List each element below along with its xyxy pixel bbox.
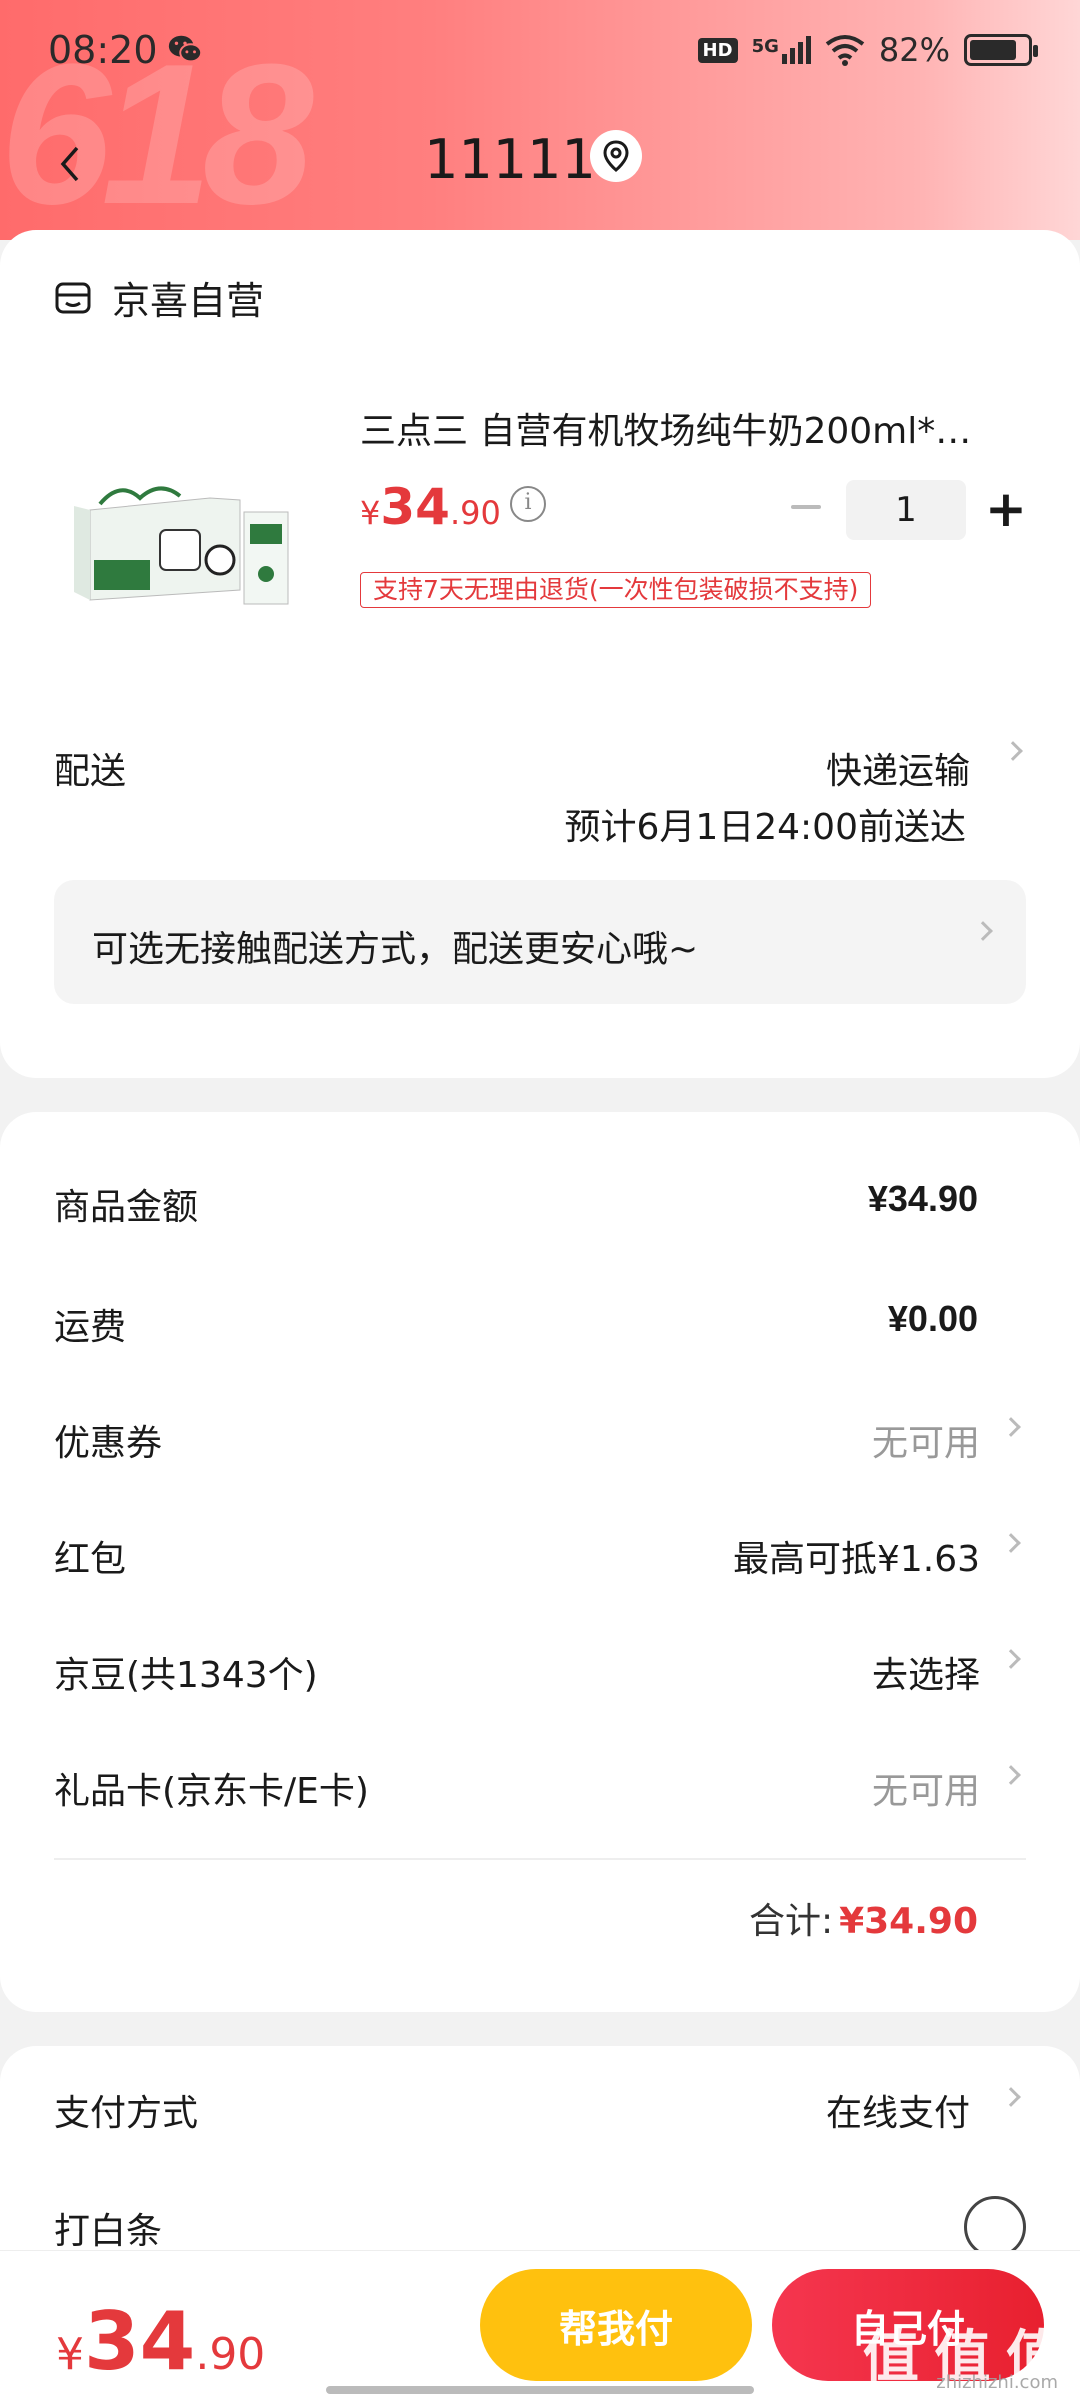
summary-label: 优惠券 [54, 1423, 163, 1464]
price-integer: 34 [380, 478, 450, 536]
price-integer: 34 [84, 2295, 196, 2388]
summary-label: 红包 [54, 1539, 127, 1580]
summary-row-gift-card[interactable]: 礼品卡(京东卡/E卡) 无可用 [0, 1746, 1080, 1826]
total-value: ¥34.90 [839, 1901, 978, 1942]
summary-label: 礼品卡(京东卡/E卡) [54, 1771, 369, 1812]
quantity-input[interactable]: 1 [846, 480, 966, 540]
shop-row[interactable]: 京喜自营 [54, 270, 264, 325]
baitiao-label: 打白条 [54, 2211, 163, 2252]
battery-icon [964, 34, 1038, 66]
summary-row-shipping: 运费 ¥0.00 [0, 1282, 1080, 1362]
summary-row-red-packet[interactable]: 红包 最高可抵¥1.63 [0, 1514, 1080, 1594]
summary-row-goods-amount: 商品金额 ¥34.90 [0, 1162, 1080, 1242]
battery-fill [970, 40, 1016, 60]
payment-value: 在线支付 [825, 2093, 970, 2134]
chevron-right-icon [1001, 1533, 1021, 1553]
chevron-right-icon [1001, 2087, 1021, 2107]
friend-pay-button[interactable]: 帮我付 [480, 2269, 752, 2381]
summary-value: 无可用 [871, 1771, 980, 1812]
payment-label: 支付方式 [54, 2093, 199, 2134]
baitiao-radio[interactable] [964, 2196, 1026, 2258]
nav-bar: 11111 [0, 120, 1080, 200]
watermark-url: zhizhizhi.com [936, 2372, 1058, 2393]
status-bar: 08:20 HD 5G 82% [0, 0, 1080, 100]
price-decimal: .90 [449, 494, 501, 532]
total-row: 合计: ¥34.90 [749, 1892, 978, 1944]
total-label: 合计: [748, 1901, 834, 1942]
store-icon [55, 282, 91, 313]
summary-value: ¥0.00 [887, 1298, 978, 1339]
summary-value: 无可用 [871, 1423, 980, 1464]
return-policy-tag: 支持7天无理由退货(一次性包装破损不支持) [360, 572, 872, 608]
chevron-right-icon[interactable] [1003, 741, 1023, 761]
location-button[interactable] [590, 130, 642, 182]
battery-percent: 82% [878, 31, 950, 69]
quantity-increase-button[interactable]: + [984, 484, 1028, 536]
price-info-icon[interactable]: i [510, 486, 546, 522]
summary-label: 运费 [54, 1307, 127, 1348]
summary-value: 最高可抵¥1.63 [732, 1539, 980, 1580]
product-price: ¥ 34 .90 [360, 478, 501, 536]
summary-row-coupon[interactable]: 优惠券 无可用 [0, 1398, 1080, 1478]
product-title[interactable]: 三点三 自营有机牧场纯牛奶200ml*… [360, 402, 1020, 454]
network-type: 5G [751, 36, 779, 57]
wifi-icon [825, 35, 865, 66]
summary-label: 商品金额 [54, 1187, 199, 1228]
chevron-right-icon [1001, 1765, 1021, 1785]
delivery-label: 配送 [54, 751, 127, 792]
price-decimal: .90 [195, 2329, 266, 2380]
summary-value: ¥34.90 [867, 1178, 978, 1219]
price-currency: ¥ [56, 2329, 84, 2380]
summary-row-jd-beans[interactable]: 京豆(共1343个) 去选择 [0, 1630, 1080, 1710]
checkout-total-price: ¥ 34 .90 [56, 2295, 265, 2388]
payment-method-row[interactable]: 支付方式 在线支付 [0, 2068, 1080, 2148]
status-indicators: HD 5G 82% [697, 30, 1038, 70]
home-indicator[interactable] [326, 2386, 754, 2394]
delivery-eta: 预计6月1日24:00前送达 [564, 807, 966, 848]
product-card: 京喜自营 三点三 自营有机牧场纯牛奶200ml*… ¥ 34 .90 i 1 +… [0, 230, 1080, 1078]
hd-badge: HD [697, 37, 738, 63]
product-image[interactable] [60, 440, 318, 640]
wechat-icon [168, 35, 203, 63]
contactless-delivery-option[interactable]: 可选无接触配送方式，配送更安心哦~ [54, 880, 1026, 1004]
chevron-right-icon [1001, 1649, 1021, 1669]
contactless-text: 可选无接触配送方式，配送更安心哦~ [92, 929, 699, 970]
summary-value: 去选择 [871, 1655, 980, 1696]
price-currency: ¥ [360, 494, 381, 532]
chevron-right-icon [1001, 1417, 1021, 1437]
delivery-method[interactable]: 快递运输 [826, 742, 970, 794]
status-time: 08:20 [48, 28, 158, 72]
page-title: 11111 [424, 128, 596, 191]
signal-icon: 5G [752, 36, 811, 64]
quantity-decrease-button[interactable] [786, 492, 826, 522]
summary-card: 商品金额 ¥34.90 运费 ¥0.00 优惠券 无可用 红包 最高可抵¥1.6… [0, 1112, 1080, 2012]
chevron-right-icon [973, 921, 993, 941]
header: 618 08:20 HD 5G 82% 11111 [0, 0, 1080, 240]
divider [54, 1858, 1026, 1860]
summary-label: 京豆(共1343个) [54, 1655, 318, 1696]
shop-name: 京喜自营 [112, 279, 265, 323]
location-pin-icon [603, 140, 629, 172]
